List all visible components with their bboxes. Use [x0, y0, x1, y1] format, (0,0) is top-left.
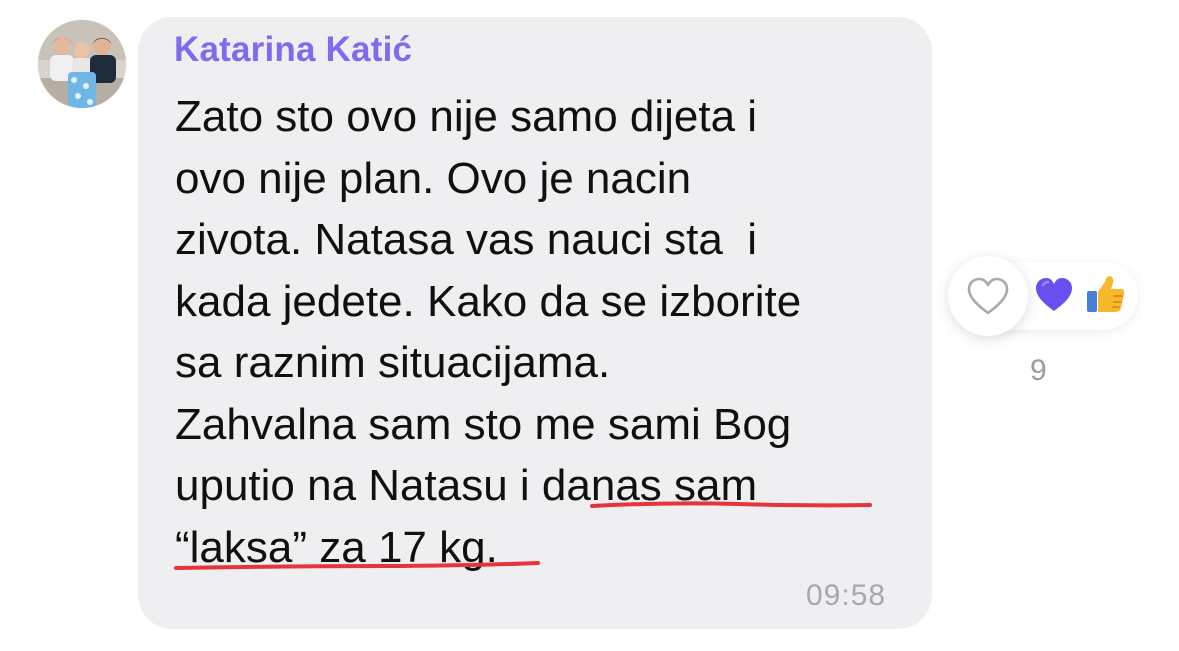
message-line: sa raznim situacijama.	[175, 338, 611, 387]
sender-name[interactable]: Katarina Katić	[174, 30, 412, 70]
message-line: kada jedete. Kako da se izborite	[175, 276, 802, 326]
message-line: Zahvalna sam sto me sami Bog	[175, 399, 792, 449]
message-text: Zato sto ovo nije samo dijeta i ovo nije…	[175, 86, 915, 578]
message-timestamp: 09:58	[806, 579, 887, 612]
chat-view: Katarina Katić Zato sto ovo nije samo di…	[0, 0, 1179, 651]
avatar-photo-icon	[38, 20, 126, 108]
purple-heart-icon[interactable]	[1034, 276, 1074, 314]
message-line: uputio na Natasu i danas sam	[175, 461, 758, 510]
message-line: ovo nije plan. Ovo je nacin	[175, 153, 692, 203]
reaction-count: 9	[1030, 354, 1047, 387]
reactions-bar[interactable]	[948, 256, 1138, 336]
add-reaction-button[interactable]	[948, 256, 1028, 336]
sender-avatar[interactable]	[38, 20, 126, 108]
message-line: “laksa” za 17 kg.	[175, 522, 498, 572]
message-line: Zato sto ovo nije samo dijeta i	[175, 92, 758, 141]
thumbs-up-icon[interactable]	[1084, 272, 1128, 316]
message-line: zivota. Natasa vas nauci sta i	[175, 215, 758, 264]
heart-outline-icon	[967, 277, 1009, 315]
